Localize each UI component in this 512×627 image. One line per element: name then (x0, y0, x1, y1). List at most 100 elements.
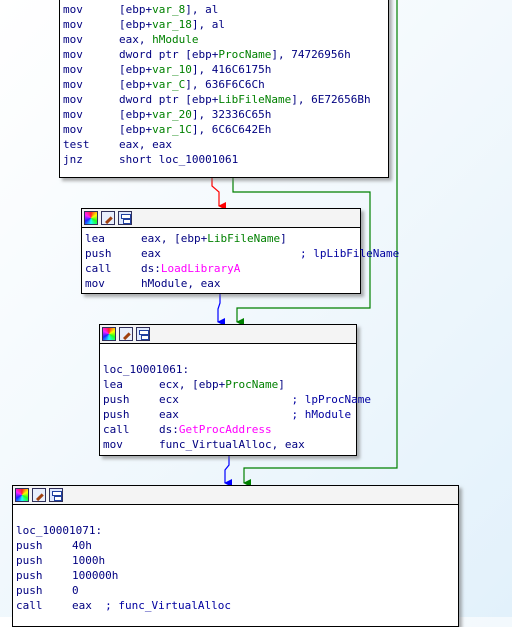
mnemonic: mov (103, 438, 123, 451)
block-4-header (13, 486, 458, 505)
mnemonic: mov (63, 33, 83, 46)
block-2-code: lea eax, [ebp+LibFileName] push eax ; lpLib… (82, 228, 399, 294)
operand: eax, (119, 33, 153, 46)
mnemonic: push (16, 554, 43, 567)
graph-overview-icon[interactable] (49, 488, 63, 502)
mnemonic: mov (85, 277, 105, 290)
comment-gap (179, 393, 292, 406)
block-4-code: loc_10001071: push 40h push 1000h push 100000h… (13, 505, 458, 616)
mnemonic: jnz (63, 153, 83, 166)
operand: eax (141, 247, 161, 260)
edge-false-branch (211, 177, 226, 210)
rename-icon[interactable] (101, 211, 115, 225)
instruction-line: mov [ebp+var_C], 636F6C6Ch (63, 77, 385, 92)
mnemonic: push (103, 393, 130, 406)
mnemonic: lea (103, 378, 123, 391)
instruction-line: push 0 (16, 583, 455, 598)
instruction-line: mov dword ptr [ebp+LibFileName], 6E72656B… (63, 92, 385, 107)
instruction-line: mov eax, hModule (63, 32, 385, 47)
operand-suffix: ], 32336C65h (191, 108, 272, 121)
instruction-line: call ds:GetProcAddress (103, 422, 353, 437)
operand-suffix: ], al (185, 3, 219, 16)
symbol-name: var_1C (152, 123, 192, 136)
block-3-code: loc_10001061: lea ecx, [ebp+ProcName] push e… (100, 344, 371, 455)
operand: [ebp+ (119, 63, 153, 76)
rename-icon[interactable] (32, 488, 46, 502)
operand: 1000h (72, 554, 106, 567)
graph-overview-icon[interactable] (136, 327, 150, 341)
rename-icon[interactable] (119, 327, 133, 341)
operand: dword ptr [ebp+ (119, 48, 219, 61)
instruction-line: push 40h (16, 538, 455, 553)
code-block-3[interactable]: loc_10001061: lea ecx, [ebp+ProcName] push e… (99, 324, 371, 456)
mnemonic: push (103, 408, 130, 421)
operand: [ebp+ (119, 108, 153, 121)
operand-suffix: ], 6C6C642Eh (191, 123, 272, 136)
instruction-line: mov [ebp+var_18], al (63, 17, 385, 32)
import-name: LoadLibraryA (160, 262, 241, 275)
mnemonic: push (16, 584, 43, 597)
mnemonic: mov (63, 3, 83, 16)
instruction-line: test eax, eax (63, 137, 385, 152)
code-block-4[interactable]: loc_10001071: push 40h push 1000h push 100000h… (12, 485, 459, 627)
operand: ecx (159, 393, 179, 406)
mnemonic: mov (63, 108, 83, 121)
block-3-header (100, 325, 356, 344)
code-block-1[interactable]: mov [ebp+var_8], al mov [ebp+var_18], al mov… (59, 0, 389, 178)
comment: ; lpLibFileName (299, 247, 400, 260)
symbol-name: LibFileName (218, 93, 292, 106)
mnemonic: push (85, 247, 112, 260)
instruction-line: lea ecx, [ebp+ProcName] (103, 377, 353, 392)
operand: eax (159, 408, 179, 421)
edge-block3-to-block4 (224, 454, 232, 487)
operand: dword ptr [ebp+ (119, 93, 219, 106)
mnemonic: mov (63, 63, 83, 76)
symbol-name: ProcName (225, 378, 279, 391)
mnemonic: mov (63, 93, 83, 106)
operand: [ebp+ (119, 18, 153, 31)
graph-overview-icon[interactable] (118, 211, 132, 225)
mnemonic: mov (63, 123, 83, 136)
instruction-line: mov dword ptr [ebp+ProcName], 74726956h (63, 47, 385, 62)
instruction-line: mov [ebp+var_10], 416C6175h (63, 62, 385, 77)
comment: ; func_VirtualAlloc (105, 599, 231, 612)
operand-suffix: ], 636F6C6Ch (185, 78, 265, 91)
instruction-line: call ds:LoadLibraryA (85, 261, 357, 276)
instruction-line: mov [ebp+var_1C], 6C6C642Eh (63, 122, 385, 137)
mnemonic: call (103, 423, 130, 436)
mnemonic: call (16, 599, 43, 612)
code-label: loc_10001071: (16, 524, 103, 537)
instruction-line: mov [ebp+var_8], al (63, 2, 385, 17)
operand-suffix: ] (280, 232, 287, 245)
instruction-line: push eax ; hModule (103, 407, 353, 422)
comment: ; hModule (291, 408, 352, 421)
operand: [ebp+ (119, 123, 153, 136)
mnemonic: call (85, 262, 112, 275)
mnemonic: mov (63, 78, 83, 91)
operand: hModule, eax (141, 277, 221, 290)
operand: func_VirtualAlloc, eax (159, 438, 305, 451)
edge-block2-to-block3 (217, 293, 225, 326)
instruction-line: call eax ; func_VirtualAlloc (16, 598, 455, 613)
instruction-line: mov hModule, eax (85, 276, 357, 291)
operand: [ebp+ (119, 78, 153, 91)
block-1-code: mov [ebp+var_8], al mov [ebp+var_18], al mov… (60, 0, 388, 170)
color-palette-icon[interactable] (15, 488, 29, 502)
comment-gap (179, 408, 292, 421)
code-block-2[interactable]: lea eax, [ebp+LibFileName] push eax ; lpLib… (81, 208, 399, 294)
comment: ; lpProcName (291, 393, 371, 406)
mnemonic: lea (85, 232, 105, 245)
operand: eax (72, 599, 99, 612)
instruction-line: push 1000h (16, 553, 455, 568)
operand: ecx, [ebp+ (159, 378, 226, 391)
operand: 40h (72, 539, 92, 552)
instruction-line: mov func_VirtualAlloc, eax (103, 437, 353, 452)
color-palette-icon[interactable] (84, 211, 98, 225)
operand: short loc_10001061 (119, 153, 239, 166)
symbol-name: var_18 (152, 18, 192, 31)
instruction-line: push ecx ; lpProcName (103, 392, 371, 407)
operand-suffix: ] (278, 378, 285, 391)
instruction-line: mov [ebp+var_20], 32336C65h (63, 107, 385, 122)
color-palette-icon[interactable] (102, 327, 116, 341)
